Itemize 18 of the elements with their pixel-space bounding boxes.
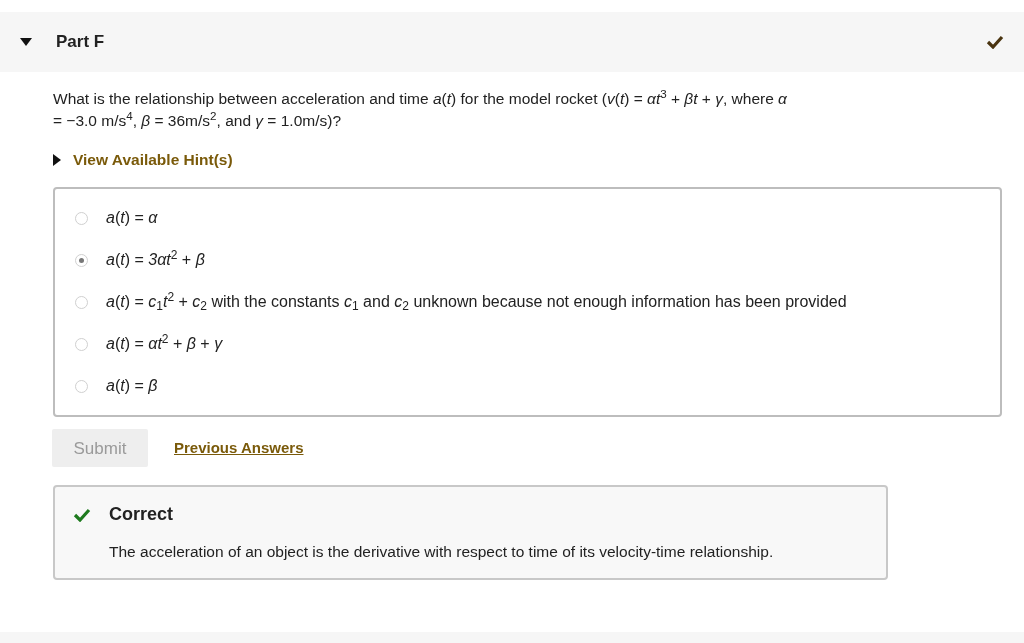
radio-button[interactable] bbox=[75, 295, 88, 309]
hints-toggle[interactable]: View Available Hint(s) bbox=[53, 148, 233, 172]
part-header[interactable]: Part F bbox=[0, 12, 1024, 72]
option-text: a(t) = 3αt$^{2}$ + β bbox=[106, 248, 205, 271]
option-text: a(t) = β bbox=[106, 376, 158, 397]
radio-button[interactable] bbox=[75, 337, 88, 351]
option-text: a(t) = c$_{1}$t$^{2}$ + c$_{2}$ with the constants c$_{1}$ and c$_{2}$ unknown because not enough information has been provided bbox=[106, 290, 847, 315]
caret-icon bbox=[53, 153, 61, 166]
part-title: Part F bbox=[56, 31, 105, 54]
radio-button[interactable] bbox=[75, 253, 88, 267]
radio-button[interactable] bbox=[75, 211, 88, 225]
feedback-message: The acceleration of an object is the derivative with respect to time of its velocity-time relationship. bbox=[109, 542, 775, 563]
radio-button[interactable] bbox=[75, 379, 88, 393]
option-text: a(t) = αt$^{2}$ + β + γ bbox=[106, 332, 223, 355]
feedback-title: Correct bbox=[109, 503, 174, 527]
option-text: a(t) = α bbox=[106, 208, 158, 229]
question-text: What is the relationship between acceleration and time a(t) for the model rocket (v(t) = αt$^{3}$ + βt + γ, where α = −3.0 m/s$^{4}$, β = 36m/s$^{2}$, and γ = 1.0m/s)? bbox=[53, 88, 788, 131]
previous-answers-link[interactable]: Previous Answers bbox=[174, 437, 304, 460]
